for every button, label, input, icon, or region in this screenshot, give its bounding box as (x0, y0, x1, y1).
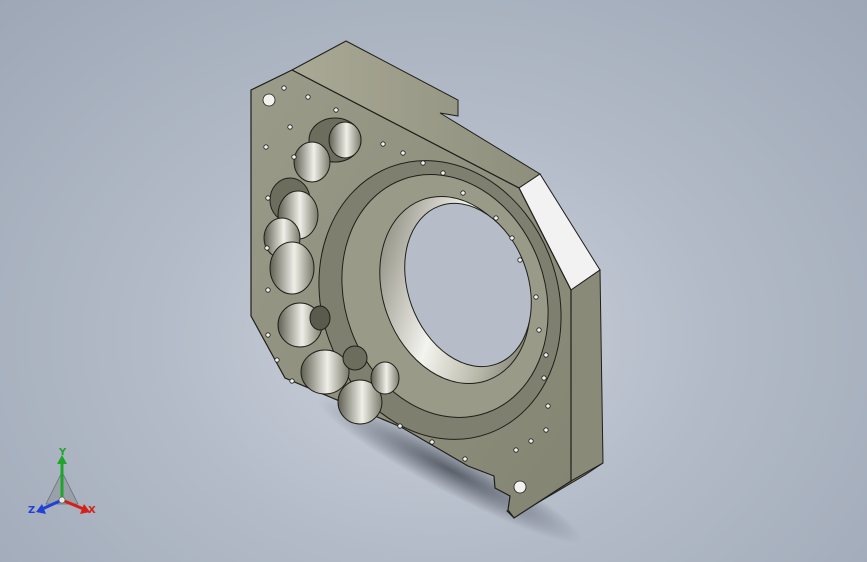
right-side-face (570, 269, 604, 482)
z-axis-label: Z (28, 505, 36, 516)
y-axis-label: Y (59, 447, 67, 458)
x-axis-label: X (88, 505, 96, 516)
graphics-viewport[interactable]: Y X Z (0, 0, 867, 562)
cad-part-model[interactable] (0, 0, 867, 562)
view-orientation-triad: Y X Z (26, 448, 106, 520)
